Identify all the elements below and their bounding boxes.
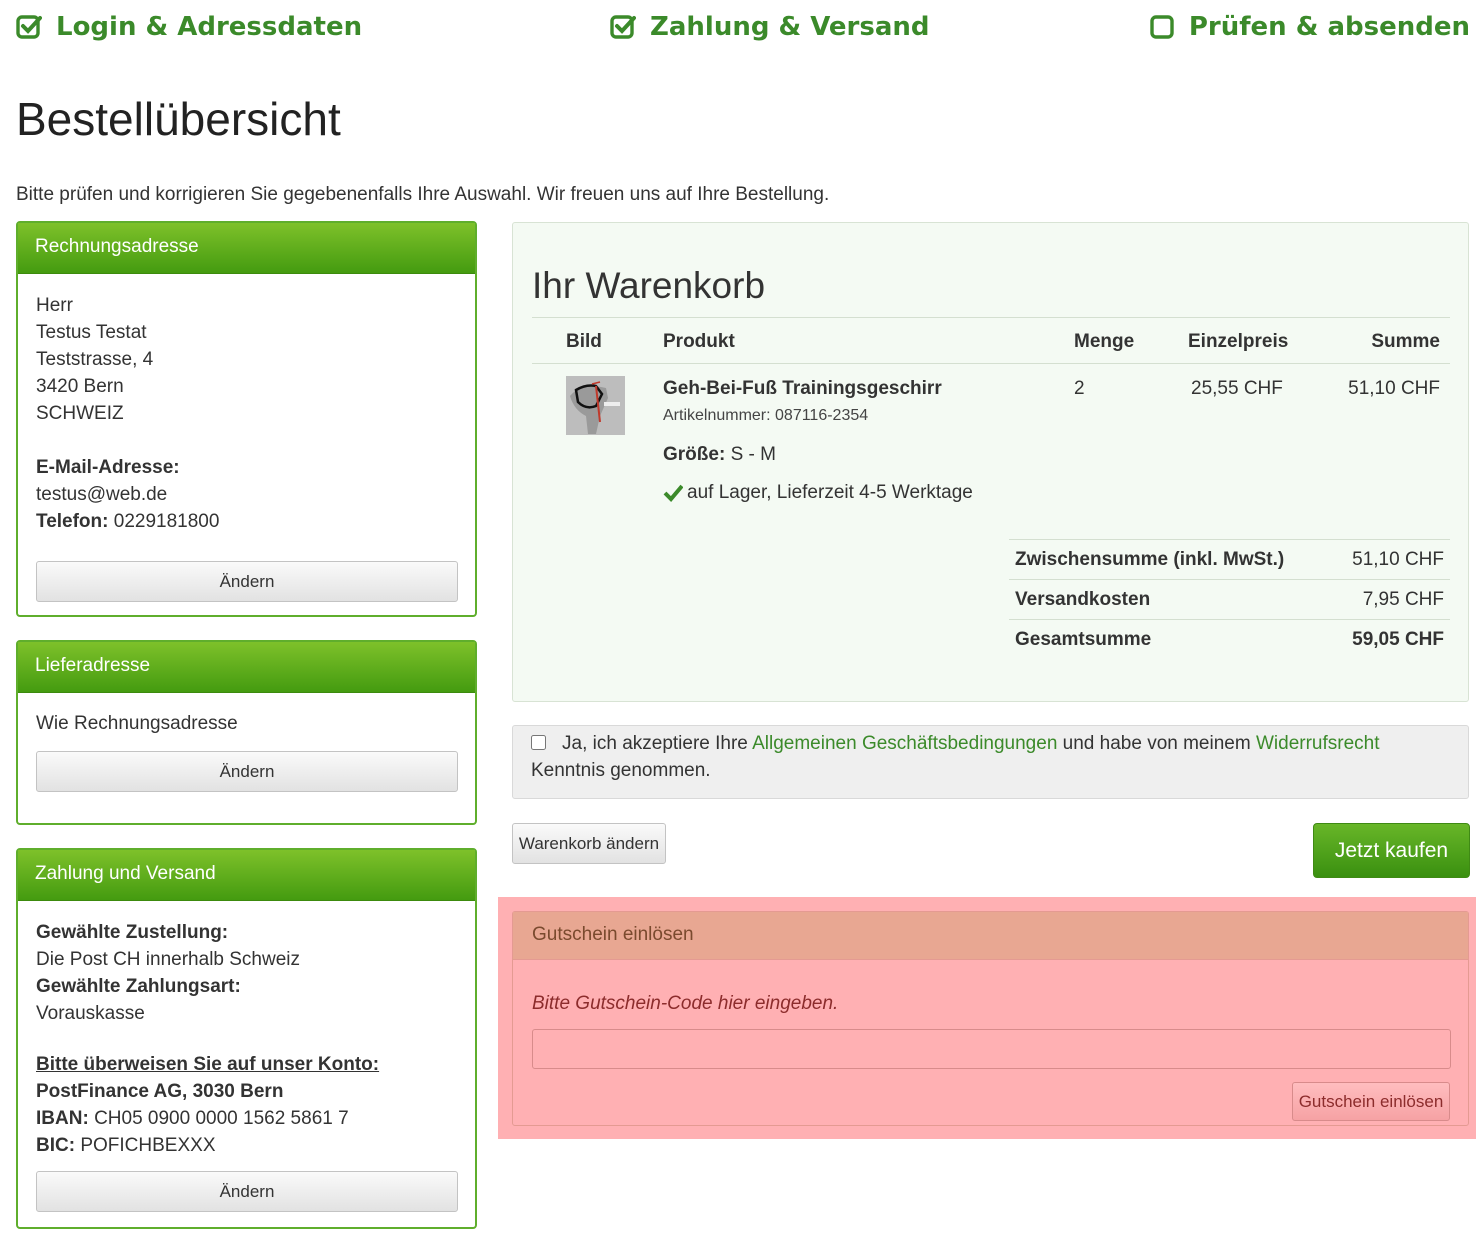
withdrawal-link[interactable]: Widerrufsrecht xyxy=(1256,733,1380,754)
change-billing-button[interactable]: Ändern xyxy=(36,561,458,602)
product-article-number: Artikelnummer: 087116-2354 xyxy=(663,407,869,424)
header-qty: Menge xyxy=(1074,331,1135,352)
cart-totals: Zwischensumme (inkl. MwSt.) 51,10 CHF Ve… xyxy=(1009,539,1450,659)
payment-shipping-panel: Zahlung und Versand Gewählte Zustellung:… xyxy=(16,848,477,1229)
shipping-cost-value: 7,95 CHF xyxy=(1362,589,1444,610)
payment-method: Vorauskasse xyxy=(36,1003,145,1024)
buy-now-button[interactable]: Jetzt kaufen xyxy=(1313,823,1470,878)
step-label: Login & Adressdaten xyxy=(56,12,363,42)
cart-panel: Ihr Warenkorb Bild Produkt Menge Einzelp… xyxy=(512,222,1469,702)
shipping-address-panel: Lieferadresse Wie Rechnungsadresse Änder… xyxy=(16,640,477,825)
panel-title: Zahlung und Versand xyxy=(18,850,475,901)
step-label: Zahlung & Versand xyxy=(650,12,930,42)
cart-title: Ihr Warenkorb xyxy=(532,265,766,306)
terms-link[interactable]: Allgemeinen Geschäftsbedingungen xyxy=(752,733,1057,754)
cart-header-row: Bild Produkt Menge Einzelpreis Summe xyxy=(532,317,1450,364)
billing-email: testus@web.de xyxy=(36,484,168,505)
terms-text-3: Kenntnis genommen. xyxy=(531,760,711,781)
step-payment: Zahlung & Versand xyxy=(610,12,930,42)
shipping-address-text: Wie Rechnungsadresse xyxy=(36,713,238,734)
bank-name: PostFinance AG, 3030 Bern xyxy=(36,1081,284,1102)
payment-method-label: Gewählte Zahlungsart: xyxy=(36,976,241,997)
billing-phone: 0229181800 xyxy=(113,511,220,532)
terms-checkbox[interactable] xyxy=(531,735,546,750)
size-label: Größe: xyxy=(663,444,726,465)
harness-image-icon xyxy=(566,376,625,435)
panel-title: Rechnungsadresse xyxy=(18,223,475,274)
bic-label: BIC: xyxy=(36,1135,76,1156)
voucher-panel: Gutschein einlösen Bitte Gutschein-Code … xyxy=(512,911,1469,1126)
intro-text: Bitte prüfen und korrigieren Sie gegeben… xyxy=(16,184,830,205)
voucher-hint: Bitte Gutschein-Code hier eingeben. xyxy=(532,993,839,1014)
empty-box-icon xyxy=(1150,15,1174,39)
change-shipping-button[interactable]: Ändern xyxy=(36,751,458,792)
step-label: Prüfen & absenden xyxy=(1188,12,1470,42)
phone-label: Telefon: xyxy=(36,511,109,532)
stock-text: auf Lager, Lieferzeit 4-5 Werktage xyxy=(687,482,973,503)
size-value: S - M xyxy=(730,444,776,465)
terms-box: Ja, ich akzeptiere Ihre Allgemeinen Gesc… xyxy=(512,725,1469,799)
product-qty: 2 xyxy=(1074,378,1085,399)
shipping-cost-label: Versandkosten xyxy=(1015,589,1151,610)
header-product: Produkt xyxy=(663,331,735,352)
stock-status: auf Lager, Lieferzeit 4-5 Werktage xyxy=(663,482,973,504)
header-unit-price: Einzelpreis xyxy=(1188,331,1289,352)
voucher-highlight: Gutschein einlösen Bitte Gutschein-Code … xyxy=(498,897,1476,1139)
billing-street: Teststrasse, 4 xyxy=(36,349,154,370)
terms-text-2: und habe von meinem xyxy=(1057,733,1256,754)
billing-address-panel: Rechnungsadresse Herr Testus Testat Test… xyxy=(16,221,477,617)
billing-name: Testus Testat xyxy=(36,322,147,343)
subtotal-label: Zwischensumme (inkl. MwSt.) xyxy=(1015,549,1285,570)
product-sum: 51,10 CHF xyxy=(1348,378,1440,399)
billing-country: SCHWEIZ xyxy=(36,403,124,424)
change-payment-button[interactable]: Ändern xyxy=(36,1171,458,1212)
product-name[interactable]: Geh-Bei-Fuß Trainingsgeschirr xyxy=(663,378,942,400)
edit-cart-button[interactable]: Warenkorb ändern xyxy=(512,823,666,864)
cart-item-row: Geh-Bei-Fuß Trainingsgeschirr Artikelnum… xyxy=(532,364,1450,539)
iban-label: IBAN: xyxy=(36,1108,89,1129)
product-thumbnail[interactable] xyxy=(566,376,625,435)
email-label: E-Mail-Adresse: xyxy=(36,457,180,478)
total-label: Gesamtsumme xyxy=(1015,629,1152,650)
delivery-method: Die Post CH innerhalb Schweiz xyxy=(36,949,301,970)
delivery-label: Gewählte Zustellung: xyxy=(36,922,229,943)
product-unit-price: 25,55 CHF xyxy=(1191,378,1283,399)
panel-title: Lieferadresse xyxy=(18,642,475,693)
redeem-voucher-button[interactable]: Gutschein einlösen xyxy=(1292,1082,1450,1121)
voucher-code-input[interactable] xyxy=(532,1029,1451,1069)
cart-table: Bild Produkt Menge Einzelpreis Summe Geh… xyxy=(532,317,1450,539)
bic-value: POFICHBEXXX xyxy=(80,1135,216,1156)
checked-box-icon xyxy=(610,15,636,39)
step-review: Prüfen & absenden xyxy=(1149,12,1470,42)
shipping-cost-row: Versandkosten 7,95 CHF xyxy=(1009,579,1450,619)
iban-value: CH05 0900 0000 1562 5861 7 xyxy=(94,1108,349,1129)
checked-box-icon xyxy=(16,15,42,39)
checkmark-icon xyxy=(663,484,683,502)
terms-text-1: Ja, ich akzeptiere Ihre xyxy=(562,733,753,754)
total-row: Gesamtsumme 59,05 CHF xyxy=(1009,619,1450,659)
product-size: Größe: S - M xyxy=(663,444,776,466)
transfer-label: Bitte überweisen Sie auf unser Konto: xyxy=(36,1054,380,1075)
billing-salutation: Herr xyxy=(36,295,73,316)
subtotal-row: Zwischensumme (inkl. MwSt.) 51,10 CHF xyxy=(1009,539,1450,579)
voucher-title: Gutschein einlösen xyxy=(513,912,1468,960)
header-image: Bild xyxy=(566,331,602,352)
step-login: Login & Adressdaten xyxy=(16,12,362,42)
subtotal-value: 51,10 CHF xyxy=(1352,549,1444,570)
header-sum: Summe xyxy=(1371,331,1440,352)
total-value: 59,05 CHF xyxy=(1352,629,1444,650)
page-title: Bestellübersicht xyxy=(16,93,341,145)
billing-city: 3420 Bern xyxy=(36,376,124,397)
checkout-steps: Login & Adressdaten Zahlung & Versand Pr… xyxy=(16,12,1470,52)
